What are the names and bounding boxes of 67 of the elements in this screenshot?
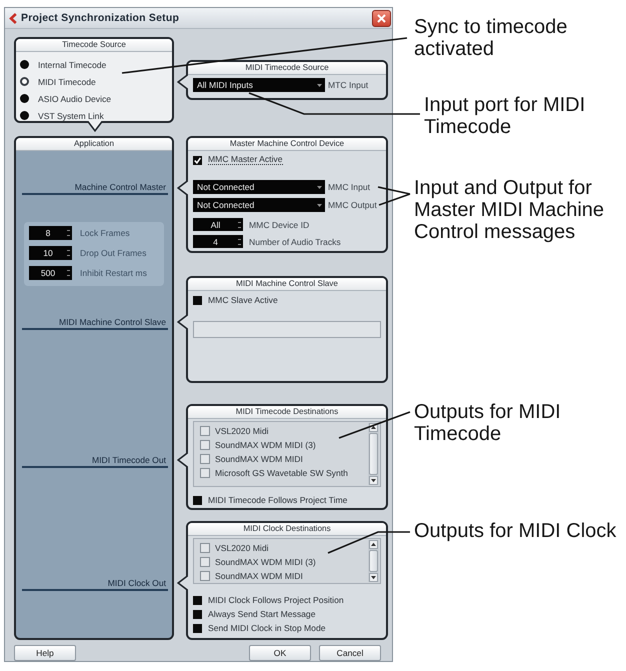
caret-icon	[317, 186, 322, 188]
panel-header: MIDI Timecode Source	[188, 62, 386, 75]
scroll-up-icon[interactable]	[369, 540, 378, 549]
field-label: Number of Audio Tracks	[249, 236, 341, 246]
radio-option[interactable]: Internal Timecode	[20, 56, 106, 73]
window-title: Project Synchronization Setup	[21, 12, 180, 24]
panel-header: Timecode Source	[16, 39, 172, 52]
list-item[interactable]: SoundMAX WDM MIDI	[200, 452, 368, 466]
number-field[interactable]: 4	[193, 235, 243, 248]
list-item[interactable]: SoundMAX WDM MIDI (3)	[200, 438, 368, 452]
field-label: Lock Frames	[80, 228, 130, 238]
checkbox-option[interactable]: MIDI Timecode Follows Project Time	[193, 494, 348, 506]
leader-line	[338, 411, 410, 439]
number-field[interactable]: All	[193, 218, 243, 231]
panel-header: MIDI Clock Destinations	[188, 523, 386, 536]
radio-option[interactable]: VST System Link	[20, 107, 104, 124]
field-label: MMC Output	[328, 200, 377, 210]
caret-icon	[317, 204, 322, 206]
close-button[interactable]	[372, 10, 391, 26]
dropdown[interactable]: Not Connected	[193, 198, 325, 212]
field-label: Drop Out Frames	[80, 248, 146, 258]
radio-option[interactable]: ASIO Audio Device	[20, 90, 112, 107]
scrollbar-thumb[interactable]	[369, 433, 378, 475]
dialog-button[interactable]: OK	[249, 645, 311, 661]
input-field[interactable]	[193, 321, 381, 338]
checkbox-option[interactable]: Send MIDI Clock in Stop Mode	[193, 622, 326, 634]
dialog-button[interactable]: Help	[14, 645, 76, 661]
callout-text: Input port for MIDI Timecode	[424, 94, 586, 138]
scrollbar-thumb[interactable]	[369, 550, 378, 572]
leader-line	[378, 186, 410, 206]
scroll-down-icon[interactable]	[369, 573, 378, 582]
list-item[interactable]: SoundMAX WDM MIDI (3)	[200, 555, 368, 569]
dialog-button[interactable]: Cancel	[319, 645, 381, 661]
callout-text: Sync to timecode activated	[414, 16, 568, 60]
field-label: MMC Input	[328, 182, 370, 192]
panel-header: MIDI Machine Control Slave	[188, 278, 386, 291]
field-label: MTC Input	[328, 80, 368, 90]
callout-text: Input and Output for Master MIDI Machine Control messages	[414, 177, 606, 243]
checkbox-option[interactable]: Always Send Start Message	[193, 608, 316, 620]
scroll-down-icon[interactable]	[369, 476, 378, 485]
close-icon	[377, 14, 386, 22]
radio-option[interactable]: MIDI Timecode	[20, 73, 96, 90]
list-item[interactable]: Microsoft GS Wavetable SW Synth	[200, 466, 368, 480]
section-label: MIDI Timecode Out	[92, 455, 166, 465]
panel-header: MIDI Timecode Destinations	[188, 406, 386, 419]
section-label: MIDI Machine Control Slave	[59, 317, 166, 327]
field-label: MMC Device ID	[249, 220, 310, 230]
dropdown[interactable]: Not Connected	[193, 180, 325, 194]
checkbox-option[interactable]: MIDI Clock Follows Project Position	[193, 594, 344, 606]
list-item[interactable]: SoundMAX WDM MIDI	[200, 569, 368, 583]
chevron-icon	[9, 12, 17, 24]
list-item[interactable]: VSL2020 Midi	[200, 541, 368, 555]
callout-text: Outputs for MIDI Timecode	[414, 401, 562, 445]
caret-icon	[317, 84, 322, 86]
number-field[interactable]: 8	[29, 226, 72, 240]
panel-header: Master Machine Control Device	[188, 138, 386, 151]
checkbox-option[interactable]: MMC Master Active	[193, 154, 282, 166]
section-label: Machine Control Master	[74, 182, 166, 192]
checkbox-option[interactable]: MMC Slave Active	[193, 294, 278, 306]
dropdown[interactable]: All MIDI Inputs	[193, 78, 325, 92]
panel-header: Application	[16, 138, 172, 151]
field-label: Inhibit Restart ms	[80, 268, 147, 278]
list-item[interactable]: VSL2020 Midi	[200, 424, 368, 438]
callout-text: Outputs for MIDI Clock	[414, 520, 618, 542]
section-label: MIDI Clock Out	[108, 578, 166, 588]
number-field[interactable]: 10	[29, 246, 72, 260]
number-field[interactable]: 500	[29, 266, 72, 280]
